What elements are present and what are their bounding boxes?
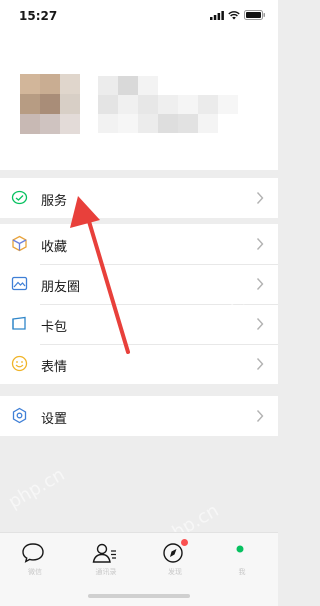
tab-me[interactable] bbox=[227, 542, 257, 566]
tab-label: 我 bbox=[238, 568, 246, 576]
me-icon bbox=[236, 545, 244, 553]
tab-label: 通讯录 bbox=[95, 568, 117, 576]
tab-discover[interactable] bbox=[160, 539, 190, 566]
tab-contacts[interactable] bbox=[91, 542, 121, 566]
home-indicator bbox=[88, 594, 190, 598]
chat-bubble-icon bbox=[22, 543, 44, 563]
contacts-icon bbox=[92, 543, 116, 563]
tab-label: 微信 bbox=[28, 568, 42, 576]
tab-chats[interactable] bbox=[20, 542, 50, 566]
annotation-arrow bbox=[70, 196, 130, 354]
notification-dot bbox=[181, 539, 188, 546]
tab-label: 发现 bbox=[168, 568, 182, 576]
